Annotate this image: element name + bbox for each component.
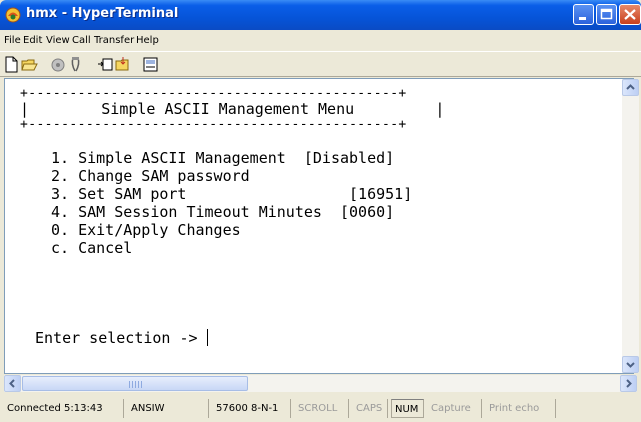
chevron-left-icon xyxy=(9,379,15,388)
minimize-icon xyxy=(579,17,586,20)
menu-item-4: 4. SAM Session Timeout Minutes [0060] xyxy=(51,203,395,221)
status-scroll: SCROLL xyxy=(295,399,349,418)
menu-item-1: 1. Simple ASCII Management [Disabled] xyxy=(51,149,395,167)
scroll-right-button[interactable] xyxy=(620,375,637,392)
status-connected: Connected 5:13:43 xyxy=(4,399,124,418)
menu-call[interactable]: Call xyxy=(72,35,91,46)
maximize-icon xyxy=(600,8,613,20)
menu-item-2: 2. Change SAM password xyxy=(51,167,250,185)
status-caps: CAPS xyxy=(353,399,388,418)
selection-prompt: Enter selection -> xyxy=(35,329,208,347)
scroll-left-button[interactable] xyxy=(4,375,21,392)
chevron-up-icon xyxy=(626,84,635,90)
scroll-down-button[interactable] xyxy=(622,356,639,373)
hyperterminal-app-icon xyxy=(5,7,21,23)
status-bar: Connected 5:13:43 ANSIW 57600 8-N-1 SCRO… xyxy=(0,396,641,422)
menu-bar: File Edit View Call Transfer Help xyxy=(0,30,641,51)
menu-item-c: c. Cancel xyxy=(51,239,133,257)
close-button[interactable] xyxy=(619,4,641,25)
receive-icon[interactable] xyxy=(114,56,131,73)
minimize-button[interactable] xyxy=(573,4,594,25)
status-port-settings: 57600 8-N-1 xyxy=(213,399,291,418)
open-icon[interactable] xyxy=(21,56,38,73)
prompt-text: Enter selection -> xyxy=(35,329,207,347)
new-icon[interactable] xyxy=(3,56,20,73)
close-icon xyxy=(624,9,636,20)
menu-item-0: 0. Exit/Apply Changes xyxy=(51,221,241,239)
send-icon[interactable] xyxy=(97,56,114,73)
text-cursor xyxy=(206,329,208,346)
vertical-scrollbar[interactable] xyxy=(622,79,639,373)
menu-item-3: 3. Set SAM port [16951] xyxy=(51,185,413,203)
title-bar[interactable]: hmx - HyperTerminal xyxy=(0,0,641,30)
grip-icon xyxy=(129,381,143,388)
menu-help[interactable]: Help xyxy=(136,35,159,46)
terminal-screen[interactable]: +---------------------------------------… xyxy=(9,83,620,367)
window-title: hmx - HyperTerminal xyxy=(26,6,179,21)
menu-file[interactable]: File xyxy=(4,35,21,46)
horizontal-scrollbar[interactable] xyxy=(4,375,637,392)
scroll-up-button[interactable] xyxy=(622,79,639,96)
menu-view[interactable]: View xyxy=(46,35,70,46)
horizontal-scroll-thumb[interactable] xyxy=(22,376,248,391)
toolbar xyxy=(0,51,641,77)
menu-box-bottom-border: +---------------------------------------… xyxy=(20,117,407,132)
disconnect-icon[interactable] xyxy=(50,56,67,73)
chevron-down-icon xyxy=(626,362,635,368)
status-capture: Capture xyxy=(428,399,482,418)
status-print-echo: Print echo xyxy=(486,399,556,418)
menu-edit[interactable]: Edit xyxy=(23,35,42,46)
menu-transfer[interactable]: Transfer xyxy=(94,35,134,46)
status-num: NUM xyxy=(391,399,424,418)
properties-icon[interactable] xyxy=(142,56,159,73)
status-emulation: ANSIW xyxy=(128,399,209,418)
chevron-right-icon xyxy=(626,379,632,388)
maximize-button[interactable] xyxy=(596,4,617,25)
dial-icon[interactable] xyxy=(67,56,84,73)
